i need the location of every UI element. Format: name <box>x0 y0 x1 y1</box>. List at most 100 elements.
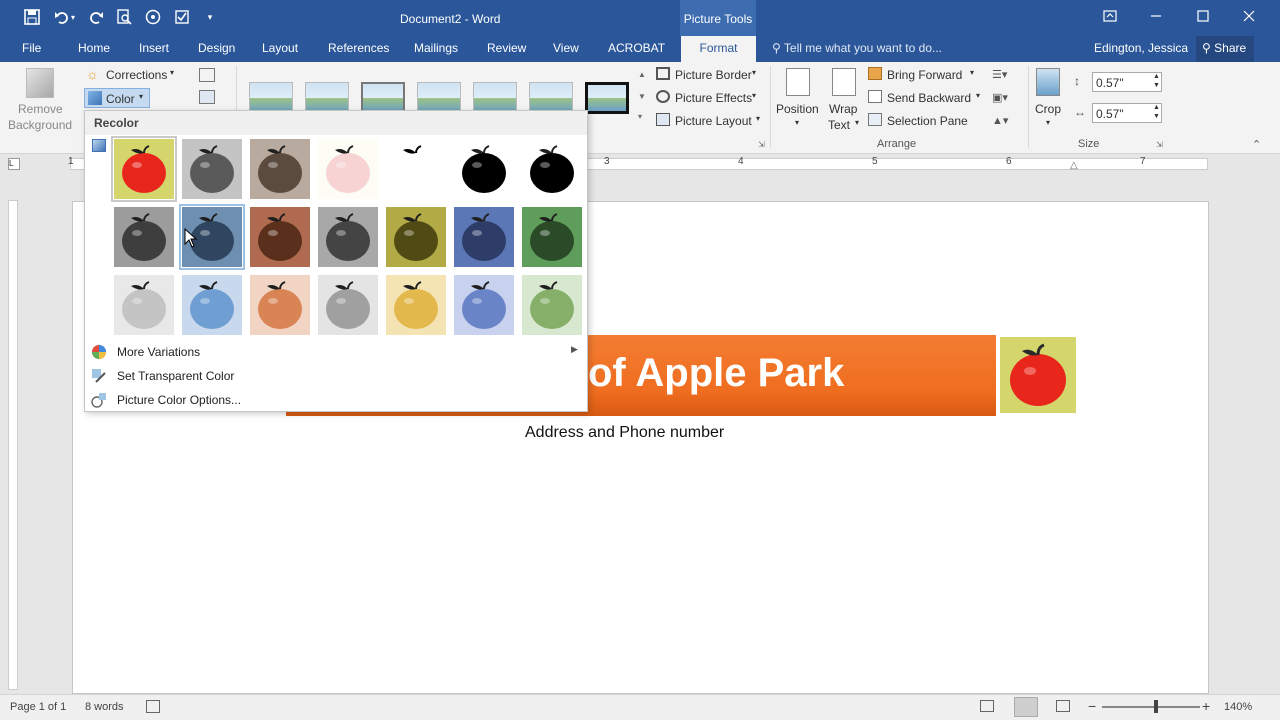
recolor-swatch[interactable] <box>522 275 582 335</box>
word-count[interactable]: 8 words <box>85 701 124 713</box>
bring-forward-button[interactable]: Bring Forward ▾ <box>868 66 978 84</box>
minimize-icon[interactable] <box>1133 0 1179 32</box>
set-transparent-color-item[interactable]: Set Transparent Color <box>85 365 587 387</box>
zoom-slider-thumb[interactable] <box>1154 700 1158 713</box>
tab-design[interactable]: Design <box>198 41 235 55</box>
recolor-swatch[interactable] <box>386 207 446 267</box>
shape-height-input[interactable]: 0.57" ▲ ▼ <box>1092 72 1162 92</box>
collapse-ribbon-icon[interactable]: ⌃ <box>1252 138 1261 151</box>
page-count[interactable]: Page 1 of 1 <box>10 701 66 713</box>
shape-width-input[interactable]: 0.57" ▲ ▼ <box>1092 103 1162 123</box>
gallery-more-icon[interactable]: ▾ <box>638 112 642 121</box>
recolor-swatch[interactable] <box>182 139 242 199</box>
tell-me-search[interactable]: ⚲ Tell me what you want to do... <box>772 41 942 55</box>
read-mode-icon[interactable] <box>980 700 994 712</box>
tab-references[interactable]: References <box>328 41 389 55</box>
selection-pane-label: Selection Pane <box>887 114 968 128</box>
selection-pane-button[interactable]: Selection Pane <box>868 112 978 130</box>
recolor-swatch[interactable] <box>522 139 582 199</box>
proofing-icon[interactable] <box>146 700 160 713</box>
spin-up-icon[interactable]: ▲ <box>1153 104 1160 111</box>
redo-icon[interactable] <box>84 6 108 28</box>
right-indent-marker-icon[interactable]: △ <box>1070 160 1078 171</box>
recolor-swatch[interactable] <box>454 139 514 199</box>
remove-background-button[interactable]: Remove Background <box>6 66 74 136</box>
wrap-text-button[interactable]: Wrap Text ▾ <box>826 66 862 134</box>
tab-file[interactable]: File <box>22 41 41 55</box>
zoom-slider[interactable] <box>1102 700 1200 713</box>
dialog-launcher-icon[interactable]: ⇲ <box>1156 140 1163 149</box>
maximize-icon[interactable] <box>1180 0 1226 32</box>
apple-picture[interactable] <box>1000 337 1076 413</box>
save-icon[interactable] <box>20 6 44 28</box>
print-preview-icon[interactable] <box>112 6 136 28</box>
group-icon[interactable]: ▣▾ <box>992 91 1018 105</box>
undo-dropdown-icon[interactable]: ▾ <box>66 6 80 28</box>
touch-mode-icon[interactable] <box>141 6 165 28</box>
zoom-level[interactable]: 140% <box>1224 701 1252 713</box>
apple-icon <box>326 213 370 261</box>
recolor-swatch[interactable] <box>250 207 310 267</box>
compress-pictures-icon[interactable] <box>199 68 215 82</box>
user-name[interactable]: Edington, Jessica <box>1094 41 1188 55</box>
customize-qat-icon[interactable]: ▾ <box>200 6 220 28</box>
gallery-scroll-down-icon[interactable]: ▼ <box>638 92 646 101</box>
close-icon[interactable] <box>1226 0 1272 32</box>
checkbox-icon[interactable] <box>170 6 194 28</box>
person-icon: ⚲ <box>1202 41 1211 55</box>
recolor-swatch[interactable] <box>454 207 514 267</box>
tab-format[interactable]: Format <box>681 36 756 62</box>
recolor-swatch[interactable] <box>522 207 582 267</box>
address-text[interactable]: Address and Phone number <box>525 424 724 442</box>
tab-selector-icon[interactable]: L <box>8 158 20 170</box>
spin-up-icon[interactable]: ▲ <box>1153 73 1160 80</box>
recolor-swatch[interactable] <box>250 139 310 199</box>
change-picture-icon[interactable] <box>199 90 215 104</box>
recolor-swatch[interactable] <box>182 275 242 335</box>
recolor-swatch[interactable] <box>318 207 378 267</box>
picture-style-thumb[interactable] <box>585 82 629 114</box>
color-button[interactable]: Color ▾ <box>84 88 150 108</box>
recolor-swatch[interactable] <box>318 275 378 335</box>
tab-layout[interactable]: Layout <box>262 41 298 55</box>
dialog-launcher-icon[interactable]: ⇲ <box>758 140 765 149</box>
spin-down-icon[interactable]: ▼ <box>1153 113 1160 120</box>
zoom-in-icon[interactable]: + <box>1202 698 1210 714</box>
tab-view[interactable]: View <box>553 41 579 55</box>
web-layout-icon[interactable] <box>1056 700 1070 712</box>
picture-border-button[interactable]: Picture Border ▾ <box>656 66 766 84</box>
corrections-button[interactable]: ☼ Corrections ▾ <box>86 66 178 84</box>
picture-effects-button[interactable]: Picture Effects ▾ <box>656 89 766 107</box>
recolor-swatch[interactable] <box>250 275 310 335</box>
recolor-swatch[interactable] <box>386 139 446 199</box>
banner-title-text[interactable]: of Apple Park <box>588 351 844 396</box>
color-wheel-icon <box>91 344 107 360</box>
recolor-swatch[interactable] <box>386 275 446 335</box>
ribbon-display-options-icon[interactable] <box>1087 0 1133 32</box>
share-button[interactable]: ⚲ Share <box>1196 36 1254 62</box>
recolor-swatch[interactable] <box>114 207 174 267</box>
picture-layout-button[interactable]: Picture Layout ▾ <box>656 112 766 130</box>
position-button[interactable]: Position ▾ <box>776 66 820 134</box>
tab-home[interactable]: Home <box>78 41 110 55</box>
zoom-out-icon[interactable]: − <box>1088 698 1096 714</box>
gallery-scroll-up-icon[interactable]: ▲ <box>638 70 646 79</box>
more-variations-item[interactable]: More Variations ▶ <box>85 341 587 363</box>
status-bar: Page 1 of 1 8 words − + 140% <box>0 694 1280 720</box>
send-backward-button[interactable]: Send Backward ▾ <box>868 89 984 107</box>
spin-down-icon[interactable]: ▼ <box>1153 82 1160 89</box>
recolor-swatch[interactable] <box>114 275 174 335</box>
print-layout-icon[interactable] <box>1014 697 1038 717</box>
tab-mailings[interactable]: Mailings <box>414 41 458 55</box>
tab-acrobat[interactable]: ACROBAT <box>608 41 665 55</box>
recolor-swatch[interactable] <box>111 136 177 202</box>
tab-review[interactable]: Review <box>487 41 526 55</box>
recolor-swatch[interactable] <box>318 139 378 199</box>
tab-insert[interactable]: Insert <box>139 41 169 55</box>
picture-color-options-item[interactable]: Picture Color Options... <box>85 389 587 411</box>
rotate-icon[interactable]: ▲▾ <box>992 114 1018 128</box>
eyedropper-icon <box>91 368 107 384</box>
recolor-swatch[interactable] <box>454 275 514 335</box>
crop-button[interactable]: Crop ▾ <box>1032 66 1068 134</box>
align-icon[interactable]: ☰▾ <box>992 68 1018 82</box>
